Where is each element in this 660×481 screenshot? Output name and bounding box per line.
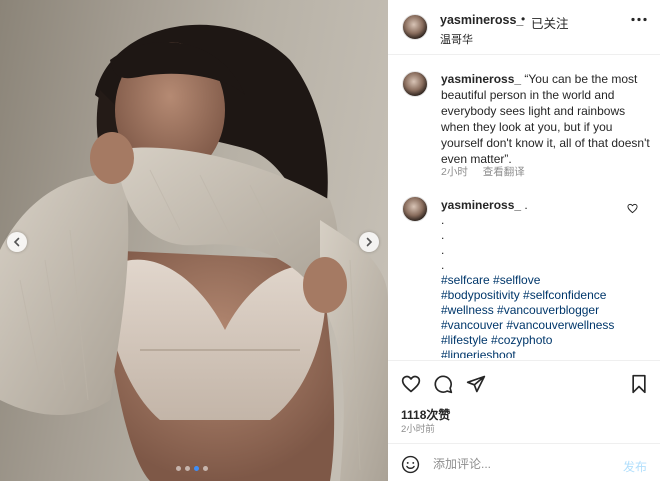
action-bar: [388, 360, 660, 402]
add-comment-bar: 发布: [388, 443, 660, 481]
post-image: [0, 24, 388, 481]
hashtag-line[interactable]: #wellness #vancouverblogger: [441, 303, 641, 318]
post-location[interactable]: 温哥华: [440, 31, 473, 47]
carousel-dot: [185, 466, 190, 471]
comment-icon[interactable]: [433, 374, 453, 394]
hashtag-line[interactable]: #lingerieshoot: [441, 348, 641, 358]
hashtag-line[interactable]: #vancouver #vancouverwellness: [441, 318, 641, 333]
chevron-right-icon: [366, 237, 373, 247]
caption-time: 2小时: [441, 166, 468, 178]
comment-body: yasmineross_ . . . . . #selfcare #selflo…: [441, 198, 641, 358]
comment-like-heart-icon[interactable]: [627, 203, 638, 214]
carousel-dot-active: [194, 466, 199, 471]
bookmark-icon[interactable]: [629, 374, 649, 394]
comment-username[interactable]: yasmineross_: [441, 198, 521, 212]
avatar[interactable]: [402, 14, 428, 40]
caption-quote: “You can be the most beautiful person in…: [441, 72, 650, 166]
comment-dot-line: .: [441, 213, 445, 227]
carousel-dot: [176, 466, 181, 471]
hashtag-line[interactable]: #bodypositivity #selfconfidence: [441, 288, 641, 303]
chevron-left-icon: [13, 237, 20, 247]
more-horizontal-icon[interactable]: [631, 17, 647, 22]
following-button[interactable]: 已关注: [531, 13, 569, 32]
comment-input[interactable]: [433, 453, 613, 475]
carousel-indicator: [176, 466, 208, 471]
caption-text: yasmineross_ “You can be the most beauti…: [441, 71, 653, 167]
previous-slide-button[interactable]: [7, 232, 27, 252]
comment-item: yasmineross_ . . . . . #selfcare #selflo…: [402, 196, 652, 358]
avatar[interactable]: [402, 71, 428, 97]
next-slide-button[interactable]: [359, 232, 379, 252]
post-time: 2小时前: [401, 424, 435, 435]
post-photo[interactable]: [0, 0, 388, 481]
comment-text: .: [524, 198, 528, 212]
comment-dot-line: .: [441, 228, 445, 242]
heart-icon[interactable]: [401, 374, 421, 394]
see-translation-link[interactable]: 查看翻译: [483, 166, 525, 178]
comment-dot-line: .: [441, 243, 445, 257]
comment-dot-line: .: [441, 258, 445, 272]
avatar[interactable]: [402, 196, 428, 222]
hashtag-line[interactable]: #selfcare #selflove: [441, 273, 641, 288]
post-username[interactable]: yasmineross_: [440, 13, 523, 27]
caption-username[interactable]: yasmineross_: [441, 72, 521, 86]
hashtag-line[interactable]: #lifestyle #cozyphoto: [441, 333, 641, 348]
emoji-icon[interactable]: [401, 455, 420, 474]
post-header: yasmineross_ • 已关注 温哥华: [388, 0, 660, 55]
caption-meta: 2小时 查看翻译: [441, 164, 537, 179]
post-comment-button[interactable]: 发布: [623, 458, 647, 475]
carousel-dot: [203, 466, 208, 471]
separator-dot: •: [521, 12, 526, 26]
share-icon[interactable]: [466, 374, 486, 394]
post-details-panel: yasmineross_ • 已关注 温哥华 yasmineross_ “You…: [388, 0, 660, 481]
